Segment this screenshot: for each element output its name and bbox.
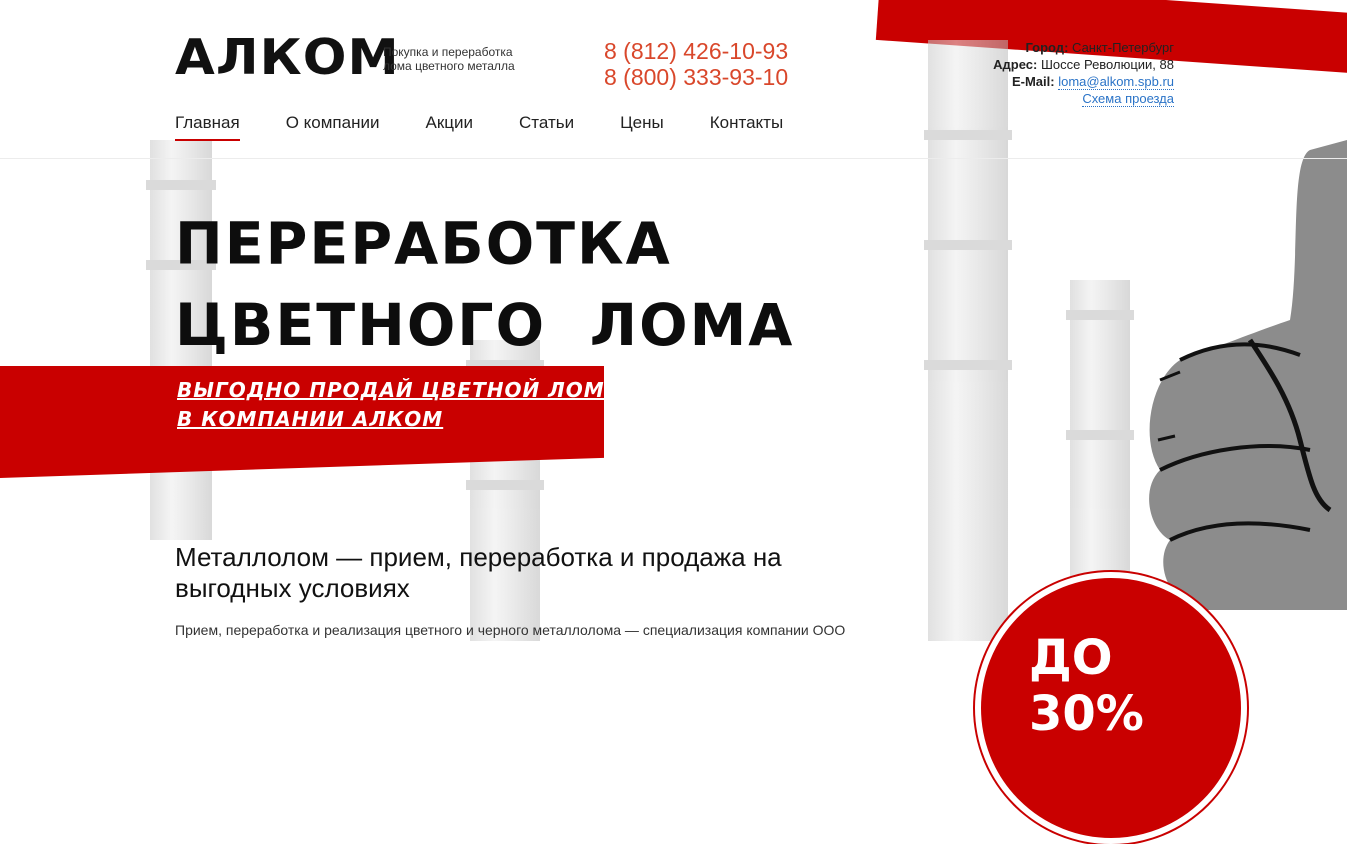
address-value: Шоссе Революции, 88	[1040, 57, 1174, 72]
thumbs-up-illustration	[1149, 140, 1347, 610]
hero-title-line-1: ПЕРЕРАБОТКА	[175, 210, 672, 278]
nav-prices[interactable]: Цены	[620, 113, 664, 139]
hero-subtitle: ВЫГОДНО ПРОДАЙ ЦВЕТНОЙ ЛОМ В КОМПАНИИ АЛ…	[177, 376, 605, 434]
hero-subtitle-line-1: ВЫГОДНО ПРОДАЙ ЦВЕТНОЙ ЛОМ	[177, 378, 605, 402]
contact-info: Город: Санкт-Петербург Адрес: Шоссе Рево…	[993, 39, 1174, 107]
phone-numbers: 8 (812) 426-10-93 8 (800) 333-93-10	[604, 38, 788, 90]
email-link[interactable]: loma@alkom.spb.ru	[1058, 74, 1174, 90]
contact-city: Город: Санкт-Петербург	[993, 39, 1174, 56]
contact-address: Адрес: Шоссе Революции, 88	[993, 56, 1174, 73]
hero-title-line-2: ЦВЕТНОГО ЛОМА	[175, 292, 795, 360]
logo[interactable]: АЛКОМ	[175, 33, 400, 82]
map-link[interactable]: Схема проезда	[1082, 91, 1174, 107]
site-header: АЛКОМ Покупка и переработка лома цветног…	[0, 0, 1347, 159]
section-title-line-2: выгодных условиях	[175, 573, 410, 603]
contact-map: Схема проезда	[993, 90, 1174, 107]
promo-badge-text: ДО 30%	[1029, 630, 1144, 742]
phone-spb[interactable]: 8 (812) 426-10-93	[604, 38, 788, 64]
promo-circle: ДО 30%	[975, 572, 1247, 844]
contact-email: E-Mail: loma@alkom.spb.ru	[993, 73, 1174, 90]
phone-tollfree[interactable]: 8 (800) 333-93-10	[604, 64, 788, 90]
nav-about[interactable]: О компании	[286, 113, 380, 139]
nav-contacts[interactable]: Контакты	[710, 113, 783, 139]
section-title-line-1: Металлолом — прием, переработка и продаж…	[175, 542, 782, 572]
hero-title: ПЕРЕРАБОТКА ЦВЕТНОГО ЛОМА	[175, 203, 794, 366]
tagline: Покупка и переработка лома цветного мета…	[383, 45, 515, 73]
nav-articles[interactable]: Статьи	[519, 113, 574, 139]
city-label: Город:	[1025, 40, 1069, 55]
section-title: Металлолом — прием, переработка и продаж…	[175, 542, 782, 604]
nav-home[interactable]: Главная	[175, 113, 240, 141]
nav-promotions[interactable]: Акции	[425, 113, 473, 139]
section-text: Прием, переработка и реализация цветного…	[175, 622, 846, 638]
main-nav: Главная О компании Акции Статьи Цены Кон…	[175, 113, 783, 141]
chimney-far-right	[1066, 280, 1134, 641]
address-label: Адрес:	[993, 57, 1038, 72]
hero-subtitle-line-2: В КОМПАНИИ АЛКОМ	[177, 407, 444, 431]
tagline-line-1: Покупка и переработка	[383, 45, 513, 59]
tagline-line-2: лома цветного металла	[383, 59, 515, 73]
city-value: Санкт-Петербург	[1072, 40, 1174, 55]
email-label: E-Mail:	[1011, 74, 1055, 89]
